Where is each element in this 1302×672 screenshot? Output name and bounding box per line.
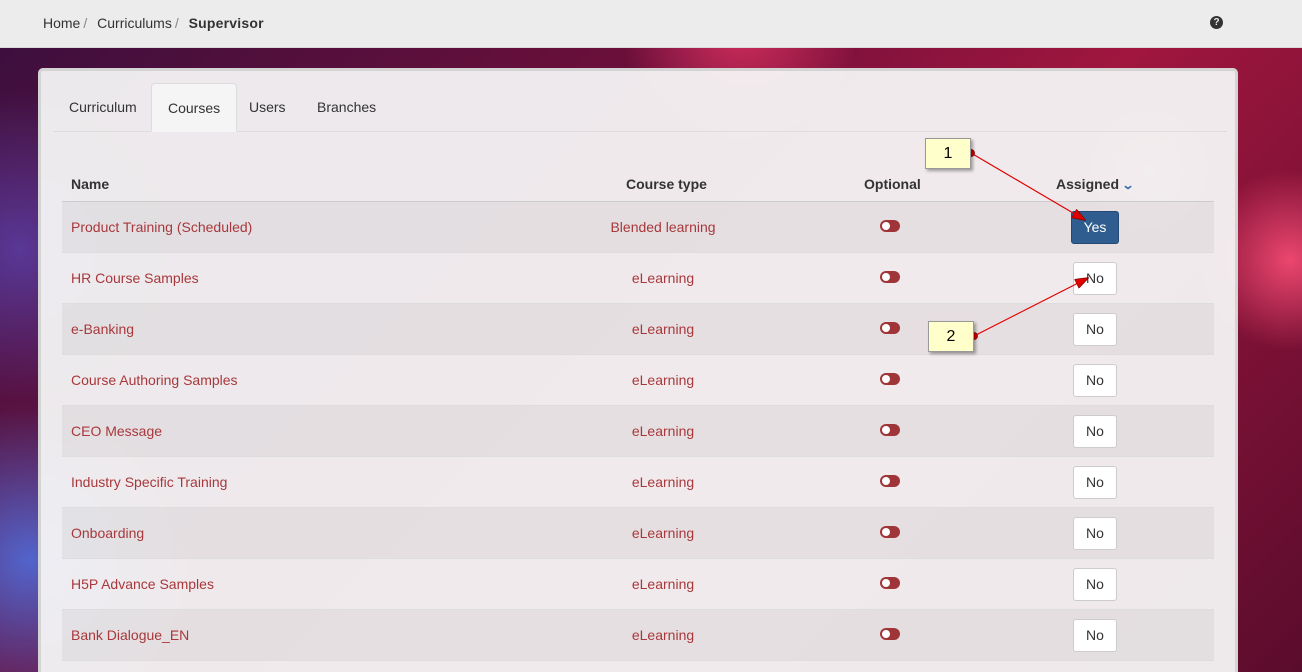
course-name-link[interactable]: Industry Specific Training bbox=[71, 474, 227, 490]
table-row: Course Authoring Samples eLearning No bbox=[62, 355, 1214, 406]
optional-toggle[interactable] bbox=[880, 322, 900, 334]
main-panel: Curriculum Courses Users Branches Name C… bbox=[38, 68, 1238, 672]
assigned-button[interactable]: No bbox=[1073, 619, 1117, 652]
courses-table: Name Course type Optional Assigned ⌄ Prod… bbox=[62, 163, 1214, 661]
table-row: H5P Advance Samples eLearning No bbox=[62, 559, 1214, 610]
header-course-type[interactable]: Course type bbox=[626, 176, 707, 192]
annotation-callout-2: 2 bbox=[928, 321, 974, 352]
chevron-down-icon[interactable]: ⌄ bbox=[1122, 178, 1135, 192]
table-row: CEO Message eLearning No bbox=[62, 406, 1214, 457]
course-type: eLearning bbox=[631, 372, 695, 388]
optional-toggle[interactable] bbox=[880, 373, 900, 385]
tab-branches[interactable]: Branches bbox=[301, 83, 392, 131]
assigned-button[interactable]: No bbox=[1073, 517, 1117, 550]
assigned-button[interactable]: Yes bbox=[1071, 211, 1119, 244]
assigned-button[interactable]: No bbox=[1073, 262, 1117, 295]
optional-toggle[interactable] bbox=[880, 424, 900, 436]
course-type: Blended learning bbox=[610, 219, 716, 235]
assigned-button[interactable]: No bbox=[1073, 415, 1117, 448]
top-bar: Home / Curriculums / Supervisor ? bbox=[0, 0, 1302, 48]
optional-toggle[interactable] bbox=[880, 271, 900, 283]
table-row: Product Training (Scheduled) Blended lea… bbox=[62, 202, 1214, 253]
course-name-link[interactable]: Product Training (Scheduled) bbox=[71, 219, 252, 235]
table-row: e-Banking eLearning No bbox=[62, 304, 1214, 355]
course-name-link[interactable]: Course Authoring Samples bbox=[71, 372, 238, 388]
optional-toggle[interactable] bbox=[880, 475, 900, 487]
annotation-callout-1: 1 bbox=[925, 138, 971, 169]
course-name-link[interactable]: HR Course Samples bbox=[71, 270, 199, 286]
course-name-link[interactable]: CEO Message bbox=[71, 423, 162, 439]
tab-curriculum[interactable]: Curriculum bbox=[53, 83, 153, 131]
table-row: HR Course Samples eLearning No bbox=[62, 253, 1214, 304]
table-header: Name Course type Optional Assigned ⌄ bbox=[62, 163, 1214, 202]
table-row: Industry Specific Training eLearning No bbox=[62, 457, 1214, 508]
assigned-button[interactable]: No bbox=[1073, 313, 1117, 346]
table-row: Onboarding eLearning No bbox=[62, 508, 1214, 559]
question-circle-icon[interactable]: ? bbox=[1210, 16, 1223, 29]
breadcrumb-current: Supervisor bbox=[188, 15, 264, 31]
optional-toggle[interactable] bbox=[880, 526, 900, 538]
course-type: eLearning bbox=[631, 423, 695, 439]
optional-toggle[interactable] bbox=[880, 628, 900, 640]
course-name-link[interactable]: H5P Advance Samples bbox=[71, 576, 214, 592]
tab-users[interactable]: Users bbox=[233, 83, 302, 131]
course-name-link[interactable]: Onboarding bbox=[71, 525, 144, 541]
course-type: eLearning bbox=[631, 525, 695, 541]
course-name-link[interactable]: Bank Dialogue_EN bbox=[71, 627, 189, 643]
course-type: eLearning bbox=[631, 270, 695, 286]
breadcrumb-home[interactable]: Home bbox=[43, 15, 80, 31]
course-type: eLearning bbox=[631, 627, 695, 643]
tab-bar: Curriculum Courses Users Branches bbox=[53, 83, 1227, 132]
optional-toggle[interactable] bbox=[880, 577, 900, 589]
course-type: eLearning bbox=[631, 474, 695, 490]
table-row: Bank Dialogue_EN eLearning No bbox=[62, 610, 1214, 661]
table-body: Product Training (Scheduled) Blended lea… bbox=[62, 202, 1214, 661]
header-name[interactable]: Name bbox=[71, 176, 109, 192]
assigned-button[interactable]: No bbox=[1073, 568, 1117, 601]
assigned-button[interactable]: No bbox=[1073, 466, 1117, 499]
assigned-button[interactable]: No bbox=[1073, 364, 1117, 397]
breadcrumb-separator: / bbox=[174, 15, 179, 31]
header-assigned-label: Assigned bbox=[1056, 176, 1120, 192]
course-name-link[interactable]: e-Banking bbox=[71, 321, 134, 337]
optional-toggle[interactable] bbox=[880, 220, 900, 232]
header-optional[interactable]: Optional bbox=[864, 176, 921, 192]
breadcrumb: Home / Curriculums / Supervisor bbox=[43, 15, 264, 31]
header-assigned[interactable]: Assigned ⌄ bbox=[1056, 176, 1135, 192]
course-type: eLearning bbox=[631, 321, 695, 337]
breadcrumb-separator: / bbox=[83, 15, 88, 31]
breadcrumb-curriculums[interactable]: Curriculums bbox=[97, 15, 172, 31]
tab-courses[interactable]: Courses bbox=[151, 83, 238, 132]
course-type: eLearning bbox=[631, 576, 695, 592]
